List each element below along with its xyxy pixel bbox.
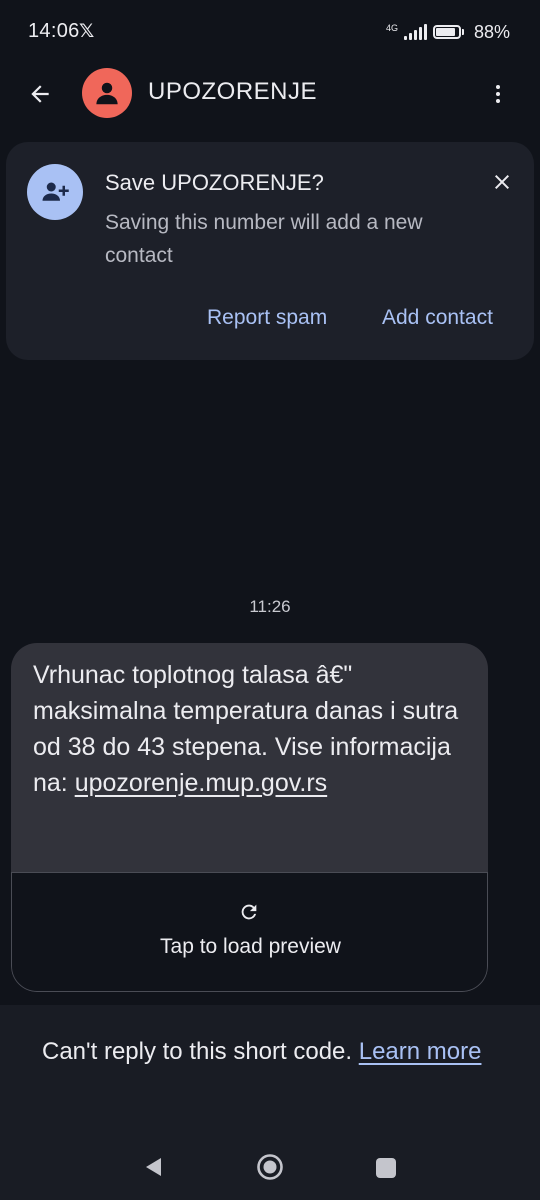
load-preview-label: Tap to load preview xyxy=(160,935,341,958)
battery-icon xyxy=(432,25,464,39)
nav-back-icon[interactable] xyxy=(143,1156,163,1178)
app-bar: UPOZORENJE xyxy=(0,60,540,136)
message-bubble[interactable]: Vrhunac toplotnog talasa â€" maksimalna … xyxy=(11,643,488,992)
status-time: 14:06 xyxy=(28,20,80,42)
arrow-left-icon xyxy=(31,85,49,103)
learn-more-link[interactable]: Learn more xyxy=(359,1038,482,1065)
message-text-block: Vrhunac toplotnog talasa â€" maksimalna … xyxy=(33,657,473,801)
notice-text-block: Can't reply to this short code. Learn mo… xyxy=(42,1033,502,1071)
status-bar: 14:06 𝕏 4G 88% xyxy=(0,0,540,60)
network-type-label: 4G xyxy=(385,22,398,33)
x-app-icon: 𝕏 xyxy=(79,21,95,42)
message-timestamp: 11:26 xyxy=(249,597,291,616)
back-button[interactable] xyxy=(20,74,60,114)
save-contact-title: Save UPOZORENJE? xyxy=(105,170,324,195)
report-spam-button[interactable]: Report spam xyxy=(207,306,327,330)
refresh-icon xyxy=(241,904,257,920)
person-add-icon xyxy=(42,182,69,201)
save-contact-description: Saving this number will add a new contac… xyxy=(105,211,423,267)
save-contact-card: Save UPOZORENJE? Saving this number will… xyxy=(6,142,534,360)
person-icon xyxy=(96,82,118,105)
message-link[interactable]: upozorenje.mup.gov.rs xyxy=(75,769,327,797)
battery-percent: 88% xyxy=(473,21,510,42)
notice-text: Can't reply to this short code. xyxy=(42,1038,359,1065)
nav-recents-icon[interactable] xyxy=(376,1158,396,1178)
signal-icon xyxy=(403,24,427,40)
conversation-title[interactable]: UPOZORENJE xyxy=(148,78,317,106)
messages-screen: 14:06 𝕏 4G 88% UPOZORENJE Save UPOZORENJ… xyxy=(0,0,540,1200)
more-options-button[interactable] xyxy=(478,74,518,114)
nav-home-icon[interactable] xyxy=(256,1153,284,1181)
link-preview[interactable]: Tap to load preview xyxy=(11,872,488,992)
message-body: Vrhunac toplotnog talasa â€" maksimalna … xyxy=(11,643,488,873)
more-vert-icon xyxy=(496,85,500,103)
cant-reply-notice: Can't reply to this short code. Learn mo… xyxy=(0,1005,540,1138)
system-nav-bar xyxy=(0,1138,540,1200)
dismiss-card-button[interactable] xyxy=(484,164,520,200)
status-icons: 4G 88% xyxy=(386,18,510,46)
contact-avatar[interactable] xyxy=(82,68,132,118)
add-contact-button[interactable]: Add contact xyxy=(382,306,493,330)
close-icon xyxy=(495,175,509,189)
add-person-avatar xyxy=(27,164,83,220)
